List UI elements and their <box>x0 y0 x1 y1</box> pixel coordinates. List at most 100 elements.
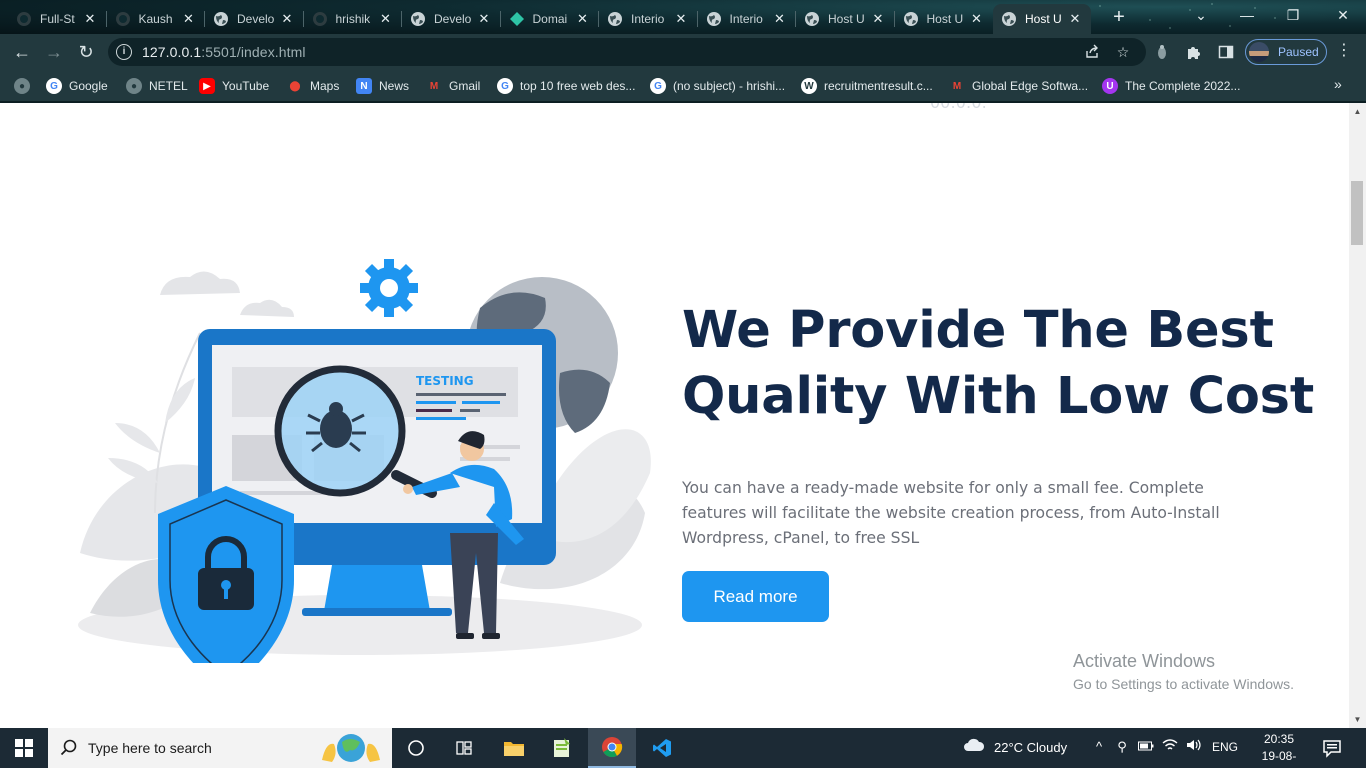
file-explorer-icon[interactable] <box>490 728 538 768</box>
bookmark-item[interactable]: ● NETEL <box>126 76 188 96</box>
browser-tab[interactable]: Host U ✕ <box>796 4 894 34</box>
activate-windows-subtitle: Go to Settings to activate Windows. <box>1073 676 1294 692</box>
bookmark-item[interactable]: N News <box>356 76 409 96</box>
weather-text[interactable]: 22°C Cloudy <box>994 740 1067 755</box>
tab-close-icon[interactable]: ✕ <box>181 11 197 27</box>
search-highlight-doodle-icon[interactable] <box>316 730 386 766</box>
chrome-taskbar-icon[interactable] <box>588 728 636 768</box>
browser-tab[interactable]: Kaush ✕ <box>107 4 205 34</box>
globe-icon <box>804 11 820 27</box>
scroll-down-arrow-icon[interactable]: ▼ <box>1349 711 1366 728</box>
vscode-icon[interactable] <box>638 728 686 768</box>
browser-tab[interactable]: Interio ✕ <box>698 4 796 34</box>
bookmark-label: YouTube <box>222 79 270 93</box>
tab-close-icon[interactable]: ✕ <box>575 11 591 27</box>
bookmark-item[interactable]: M Global Edge Softwa... <box>949 76 1088 96</box>
bookmarks-overflow-icon[interactable]: » <box>1334 76 1342 92</box>
clock-time: 20:35 <box>1263 732 1295 746</box>
start-button[interactable] <box>0 728 48 768</box>
widgets-icon[interactable] <box>440 728 488 768</box>
tab-title: Host U <box>1025 12 1062 26</box>
share-icon[interactable] <box>1082 42 1102 62</box>
apps-icon[interactable]: ● <box>14 76 37 96</box>
bookmark-item[interactable]: U The Complete 2022... <box>1102 76 1240 96</box>
tab-close-icon[interactable]: ✕ <box>772 11 788 27</box>
back-icon[interactable]: ← <box>8 38 36 66</box>
bookmarks-bar: ● G Google ● NETEL ▶ YouTube ⬤ Maps N News M Gmail G… <box>0 70 1366 102</box>
side-panel-icon[interactable] <box>1216 42 1236 62</box>
tab-close-icon[interactable]: ✕ <box>82 11 98 27</box>
globe-icon <box>706 11 722 27</box>
tab-separator <box>401 11 402 27</box>
forward-icon[interactable]: → <box>40 38 68 66</box>
tab-close-icon[interactable]: ✕ <box>378 11 394 27</box>
github-icon <box>16 11 32 27</box>
browser-tab[interactable]: Host U ✕ <box>993 4 1091 34</box>
bookmark-item[interactable]: ▶ YouTube <box>199 76 269 96</box>
bookmark-item[interactable]: ⬤ Maps <box>287 76 339 96</box>
browser-tab[interactable]: Develo ✕ <box>205 4 303 34</box>
tab-separator <box>302 11 304 27</box>
system-clock[interactable]: 20:35 19-08-2022 <box>1249 731 1309 768</box>
profile-button[interactable]: Paused <box>1245 39 1327 65</box>
browser-tab[interactable]: Host U ✕ <box>895 4 993 34</box>
tab-separator <box>696 11 698 27</box>
tab-close-icon[interactable]: ✕ <box>279 11 295 27</box>
bookmark-item[interactable]: M Gmail <box>426 76 481 96</box>
scroll-up-arrow-icon[interactable]: ▲ <box>1349 103 1366 120</box>
bookmark-item[interactable]: Gtop 10 free web des... <box>497 76 635 96</box>
notification-center-icon[interactable] <box>1322 738 1344 758</box>
weather-cloud-icon[interactable] <box>963 738 985 756</box>
puzzle-extensions-icon[interactable] <box>1184 42 1204 62</box>
faded-counter-text: 00:0:0: <box>930 103 987 112</box>
tab-close-icon[interactable]: ✕ <box>1067 11 1083 27</box>
bookmark-item[interactable]: G Google <box>46 76 108 96</box>
browser-tab[interactable]: Domai ✕ <box>501 4 599 34</box>
address-bar[interactable]: i 127.0.0.1:5501/index.html ☆ <box>108 38 1146 66</box>
meet-now-icon[interactable]: ⚲ <box>1113 738 1131 756</box>
new-tab-button[interactable]: + <box>1108 6 1130 28</box>
tab-close-icon[interactable]: ✕ <box>969 11 985 27</box>
reload-icon[interactable]: ↻ <box>72 38 100 66</box>
scrollbar-thumb[interactable] <box>1351 181 1363 245</box>
tab-close-icon[interactable]: ✕ <box>476 11 492 27</box>
minimize-icon[interactable]: — <box>1224 0 1270 30</box>
url-text[interactable]: 127.0.0.1:5501/index.html <box>142 44 306 60</box>
tab-title: Kaush <box>138 12 173 26</box>
browser-toolbar: ← → ↻ i 127.0.0.1:5501/index.html ☆ Paus… <box>0 34 1366 70</box>
tab-separator <box>893 11 895 27</box>
browser-tab[interactable]: Interio ✕ <box>599 4 697 34</box>
battery-icon[interactable] <box>1137 738 1155 756</box>
browser-tab[interactable]: Develo ✕ <box>402 4 500 34</box>
udemy-icon: U <box>1102 78 1118 94</box>
tab-close-icon[interactable]: ✕ <box>870 11 886 27</box>
bookmark-item[interactable]: G (no subject) - hrishi... <box>650 76 785 96</box>
extension-icon[interactable] <box>1152 42 1172 62</box>
tab-separator <box>499 11 501 27</box>
language-indicator[interactable]: ENG <box>1212 740 1238 754</box>
browser-tab[interactable]: Full-St ✕ <box>8 4 106 34</box>
tray-chevron-up-icon[interactable]: ^ <box>1090 738 1108 756</box>
task-view-icon[interactable] <box>392 728 440 768</box>
close-window-icon[interactable]: ✕ <box>1320 0 1366 30</box>
globe-icon <box>1001 11 1017 27</box>
windows-taskbar: Type here to search 22°C Cloudy ^ ⚲ ENG … <box>0 728 1366 768</box>
taskbar-search-box[interactable]: Type here to search <box>48 728 392 768</box>
bookmark-item[interactable]: Wrecruitmentresult.c... <box>801 76 933 96</box>
globe-gray-icon: ● <box>14 78 30 94</box>
site-info-icon[interactable]: i <box>116 44 132 60</box>
bookmark-star-icon[interactable]: ☆ <box>1113 42 1133 62</box>
page-scrollbar[interactable]: ▲ ▼ <box>1349 103 1366 728</box>
read-more-button[interactable]: Read more <box>682 571 829 622</box>
restore-icon[interactable]: ❐ <box>1270 0 1316 30</box>
avatar <box>1249 42 1269 62</box>
tab-search-icon[interactable]: ⌄ <box>1178 0 1224 30</box>
tab-close-icon[interactable]: ✕ <box>673 11 689 27</box>
browser-tab[interactable]: hrishik ✕ <box>304 4 402 34</box>
maps-icon: ⬤ <box>289 80 301 92</box>
notepad-plus-icon[interactable] <box>538 728 586 768</box>
volume-icon[interactable] <box>1185 738 1203 756</box>
tab-title: Interio <box>631 12 665 26</box>
browser-menu-icon[interactable]: ⋮ <box>1336 42 1352 62</box>
wifi-icon[interactable] <box>1161 738 1179 756</box>
